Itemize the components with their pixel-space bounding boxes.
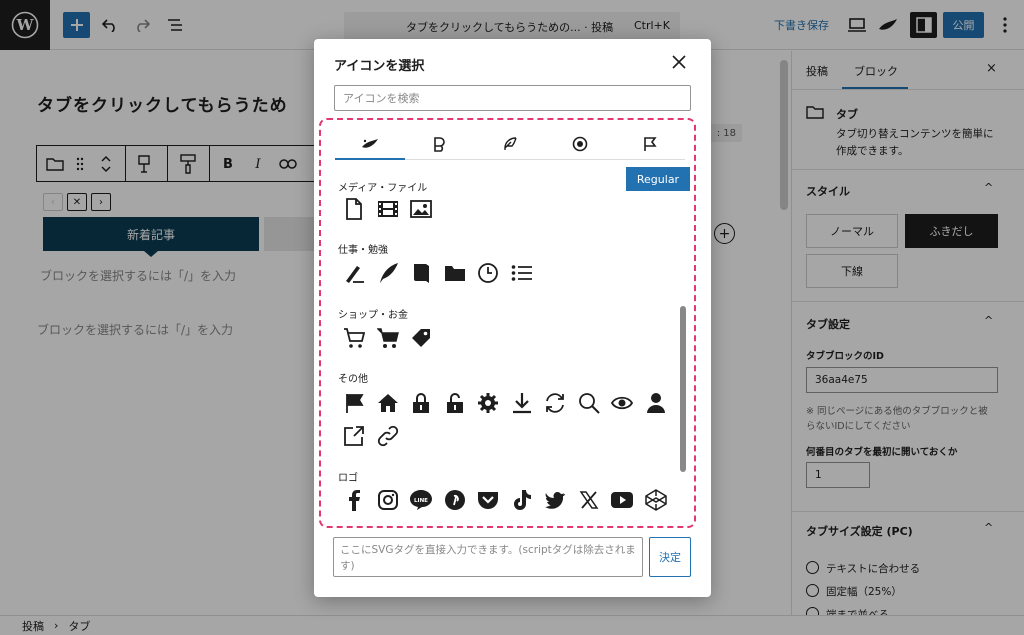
- user-icon[interactable]: [643, 390, 669, 416]
- icon-list-scrollbar[interactable]: [680, 306, 686, 472]
- icon-picker-modal: アイコンを選択 アイコンを検索 Regular メディア・ファイル 仕事・勉強 …: [314, 39, 711, 597]
- cart-outline-icon[interactable]: [341, 325, 367, 351]
- close-icon[interactable]: [668, 51, 690, 73]
- external-link-icon[interactable]: [341, 423, 367, 449]
- category-label: 仕事・勉強: [338, 245, 388, 256]
- tab-feather-icon[interactable]: [475, 128, 545, 160]
- modal-title: アイコンを選択: [334, 59, 425, 74]
- category-label: その他: [338, 374, 368, 385]
- tab-circle-icon[interactable]: [545, 128, 615, 160]
- clock-icon[interactable]: [475, 260, 501, 286]
- flag-icon[interactable]: [341, 390, 367, 416]
- icon-search-input[interactable]: アイコンを検索: [334, 85, 691, 111]
- x-logo-icon[interactable]: [576, 487, 602, 513]
- icon-set-tabs: [335, 128, 685, 160]
- list-icon[interactable]: [509, 260, 535, 286]
- category-label: ロゴ: [338, 473, 358, 484]
- lock-icon[interactable]: [408, 390, 434, 416]
- tag-icon[interactable]: [408, 325, 434, 351]
- youtube-icon[interactable]: [609, 487, 635, 513]
- pen-icon[interactable]: [341, 260, 367, 286]
- category-label: メディア・ファイル: [338, 183, 428, 194]
- tab-bootstrap-icon[interactable]: [405, 128, 475, 160]
- svg-text:LINE: LINE: [414, 498, 428, 504]
- svg-tag-input[interactable]: ここにSVGタグを直接入力できます。(scriptタグは除去されます): [333, 537, 643, 577]
- codepen-icon[interactable]: [643, 487, 669, 513]
- chain-link-icon[interactable]: [375, 423, 401, 449]
- image-icon[interactable]: [408, 196, 434, 222]
- home-icon[interactable]: [375, 390, 401, 416]
- gear-icon[interactable]: [475, 390, 501, 416]
- file-icon[interactable]: [341, 196, 367, 222]
- cart-icon[interactable]: [375, 325, 401, 351]
- tab-flag-icon[interactable]: [615, 128, 685, 160]
- quill-icon[interactable]: [375, 260, 401, 286]
- pinterest-icon[interactable]: [442, 487, 468, 513]
- download-icon[interactable]: [509, 390, 535, 416]
- active-tab-indicator: [335, 158, 405, 160]
- tiktok-icon[interactable]: [509, 487, 535, 513]
- tab-leaf-icon[interactable]: [335, 128, 405, 160]
- unlock-icon[interactable]: [442, 390, 468, 416]
- confirm-button[interactable]: 決定: [649, 537, 691, 577]
- weight-select-button[interactable]: Regular: [626, 167, 690, 191]
- pocket-icon[interactable]: [475, 487, 501, 513]
- category-label: ショップ・お金: [338, 310, 408, 321]
- facebook-icon[interactable]: [341, 487, 367, 513]
- instagram-icon[interactable]: [375, 487, 401, 513]
- line-icon[interactable]: LINE: [408, 487, 434, 513]
- icon-picker-panel: Regular メディア・ファイル 仕事・勉強 ショップ・お金 その他 ロゴ L…: [319, 118, 696, 528]
- twitter-icon[interactable]: [542, 487, 568, 513]
- search-icon[interactable]: [576, 390, 602, 416]
- book-icon[interactable]: [408, 260, 434, 286]
- refresh-icon[interactable]: [542, 390, 568, 416]
- eye-icon[interactable]: [609, 390, 635, 416]
- film-icon[interactable]: [375, 196, 401, 222]
- folder-icon[interactable]: [442, 260, 468, 286]
